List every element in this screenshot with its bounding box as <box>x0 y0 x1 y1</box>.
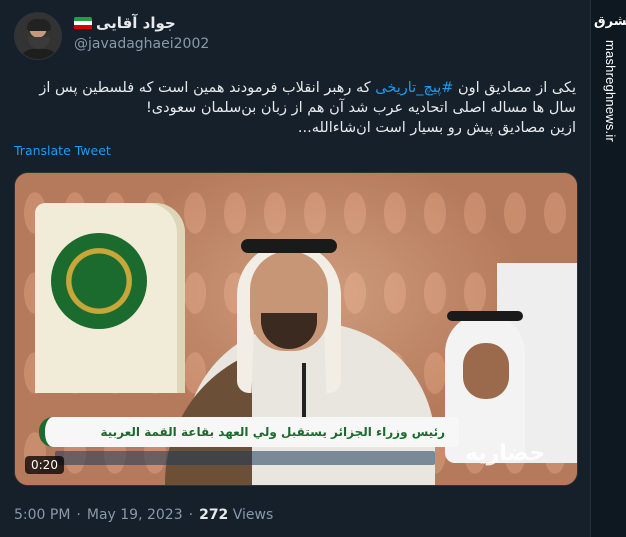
tweet-card: جواد آقایی @javadaghaei2002 یکی از مصادی… <box>0 0 590 537</box>
meta-separator-2: · <box>188 507 194 523</box>
second-person-face <box>463 343 509 399</box>
video-duration-badge: 0:20 <box>25 456 64 474</box>
tweet-text-line-3: ازین مصادیق پیش رو بسیار است ان‌شاءالله.… <box>297 120 576 136</box>
tweet-meta: 5:00 PM · May 19, 2023 · 272 Views <box>14 507 273 523</box>
translate-tweet-link[interactable]: Translate Tweet <box>14 143 111 158</box>
meta-separator: · <box>76 507 81 523</box>
author-display-name[interactable]: جواد آقایی <box>96 14 176 32</box>
author-name-row[interactable]: جواد آقایی <box>74 14 176 32</box>
tweet-time[interactable]: 5:00 PM <box>14 507 70 523</box>
views-label: Views <box>232 507 274 523</box>
video-lower-third: رئیس وزراء الجزائر يستقبل ولي العهد بقاع… <box>39 417 459 447</box>
mashregh-logo: مشرق <box>594 14 626 29</box>
publisher-url: mashreghnews.ir <box>603 40 618 142</box>
hashtag-link[interactable]: #پیچ_تاریخی <box>375 80 453 96</box>
video-caption: رئیس وزراء الجزائر يستقبل ولي العهد بقاع… <box>100 425 446 439</box>
tweet-text-part-1: یکی از مصادیق اون <box>453 80 576 96</box>
tweet-text: یکی از مصادیق اون #پیچ_تاریخی که رهبر ان… <box>14 78 576 138</box>
publisher-side-strip: مشرق mashreghnews.ir <box>590 0 626 537</box>
video-ticker <box>55 451 435 465</box>
avatar-beard <box>28 37 50 49</box>
avatar-hair <box>27 19 51 31</box>
author-handle[interactable]: @javadaghaei2002 <box>74 36 209 52</box>
video-player[interactable]: رئیس وزراء الجزائر يستقبل ولي العهد بقاع… <box>14 172 578 486</box>
tweet-date[interactable]: May 19, 2023 <box>87 507 183 523</box>
iran-flag-icon <box>74 16 92 30</box>
avatar[interactable] <box>14 12 62 60</box>
arab-league-emblem-icon <box>51 233 147 329</box>
views-count: 272 <box>199 507 229 523</box>
channel-watermark: حضاریه <box>465 441 546 466</box>
avatar-shirt <box>19 49 59 59</box>
